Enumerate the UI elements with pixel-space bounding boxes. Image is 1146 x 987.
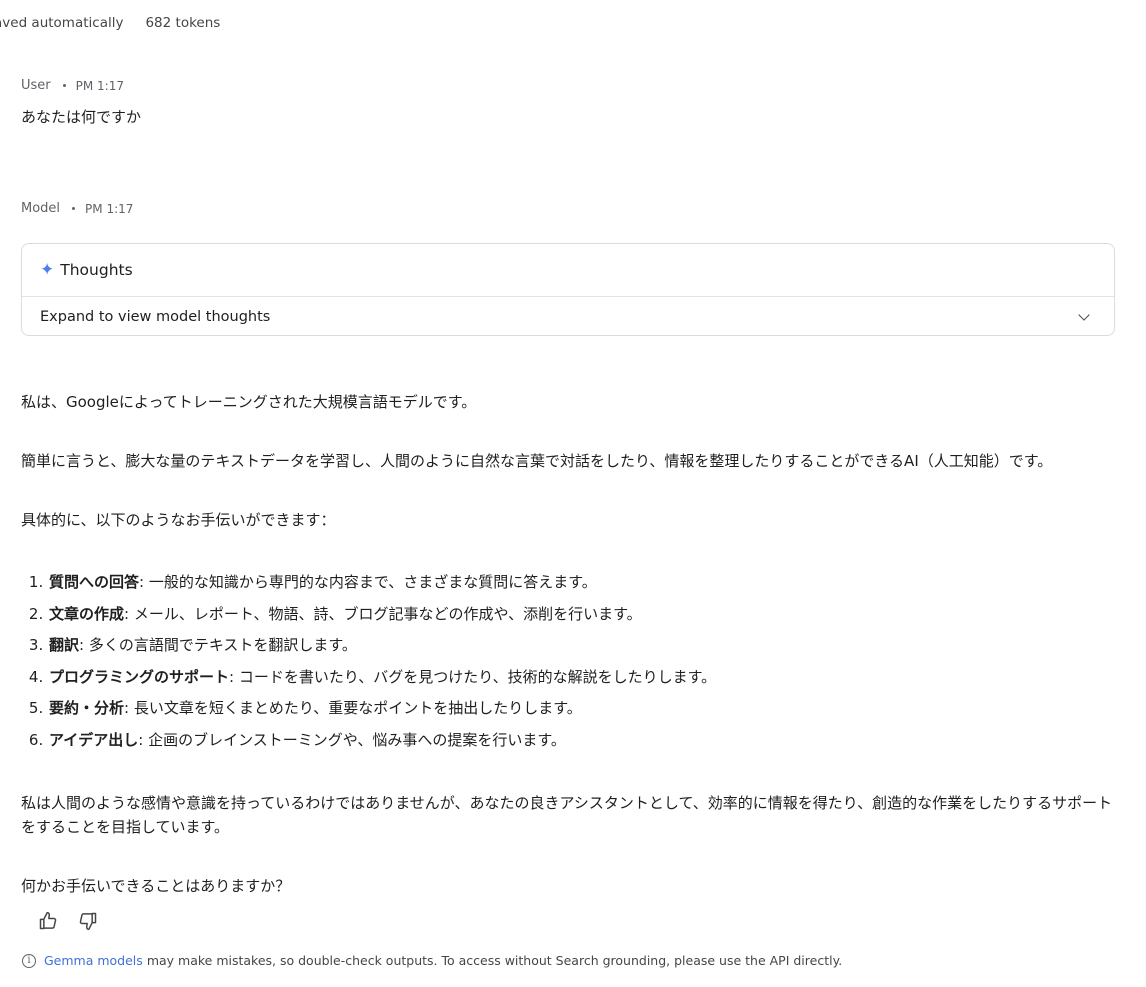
capabilities-list: 質問への回答: 一般的な知識から専門的な内容まで、さまざまな質問に答えます。 文…: [21, 567, 1121, 756]
feedback-bar: [38, 911, 98, 931]
list-item-title: プログラミングのサポート: [49, 667, 230, 686]
separator-dot: [72, 207, 76, 210]
info-icon: i: [22, 953, 36, 968]
disclaimer-text: may make mistakes, so double-check outpu…: [146, 953, 843, 968]
response-paragraph: 何かお手伝いできることはありますか？: [21, 877, 291, 895]
user-message[interactable]: あなたは何ですか: [21, 106, 141, 127]
sparkle-icon: ✦: [40, 260, 55, 280]
list-item-title: 文章の作成: [49, 604, 125, 623]
thoughts-panel: ✦ Thoughts Expand to view model thoughts: [21, 243, 1115, 336]
list-item-text: : 企画のブレインストーミングや、悩み事への提案を行います。: [138, 730, 566, 749]
list-item-title: アイデア出し: [49, 730, 139, 749]
chevron-down-icon[interactable]: [1078, 309, 1090, 321]
top-status-bar: aved automatically 682 tokens: [0, 15, 220, 31]
thumbs-down-icon[interactable]: [78, 911, 98, 931]
response-paragraph: 私は人間のような感情や意識を持っているわけではありませんが、あなたの良きアシスタ…: [21, 794, 1113, 836]
list-item-title: 翻訳: [49, 636, 80, 654]
thumbs-up-icon[interactable]: [38, 911, 58, 931]
list-item: 文章の作成: メール、レポート、物語、詩、ブログ記事などの作成や、添削を行います…: [48, 599, 1121, 631]
separator-dot: [62, 84, 66, 87]
model-turn-meta: Model PM 1:17: [21, 201, 133, 216]
list-item: 要約・分析: 長い文章を短くまとめたり、重要なポイントを抽出したりします。: [48, 693, 1121, 725]
expand-thoughts-label: Expand to view model thoughts: [40, 309, 271, 325]
list-item-text: : メール、レポート、物語、詩、ブログ記事などの作成や、添削を行います。: [124, 604, 642, 623]
list-item-text: : 多くの言語間でテキストを翻訳します。: [79, 636, 357, 654]
list-item: 質問への回答: 一般的な知識から専門的な内容まで、さまざまな質問に答えます。: [48, 567, 1121, 599]
response-paragraph: 具体的に、以下のようなお手伝いができます：: [21, 511, 336, 529]
expand-thoughts-button[interactable]: Expand to view model thoughts: [22, 297, 1114, 337]
model-response: 私は、Googleによってトレーニングされた大規模言語モデルです。 簡単に言うと…: [21, 390, 1121, 898]
response-paragraph: 簡単に言うと、膨大な量のテキストデータを学習し、人間のように自然な言葉で対話をし…: [21, 452, 1053, 470]
list-item-title: 要約・分析: [49, 699, 125, 717]
list-item-text: : コードを書いたり、バグを見つけたり、技術的な解説をしたりします。: [229, 667, 717, 686]
list-item-text: : 長い文章を短くまとめたり、重要なポイントを抽出したりします。: [124, 699, 582, 717]
response-paragraph: 私は、Googleによってトレーニングされた大規模言語モデルです。: [21, 393, 477, 411]
token-count: 682 tokens: [145, 15, 221, 31]
list-item: アイデア出し: 企画のブレインストーミングや、悩み事への提案を行います。: [48, 725, 1121, 757]
chat-page: aved automatically 682 tokens User PM 1:1…: [0, 0, 1146, 987]
list-item-title: 質問への回答: [49, 573, 140, 591]
list-item: プログラミングのサポート: コードを書いたり、バグを見つけたり、技術的な解説をし…: [48, 662, 1121, 694]
model-role-label: Model: [21, 201, 61, 216]
model-turn-time: PM 1:17: [85, 201, 134, 216]
user-role-label: User: [21, 78, 51, 93]
thoughts-header: ✦ Thoughts: [22, 244, 1114, 297]
gemma-models-link[interactable]: Gemma models: [44, 953, 143, 968]
list-item: 翻訳: 多くの言語間でテキストを翻訳します。: [48, 630, 1121, 662]
thoughts-title: Thoughts: [60, 261, 133, 279]
user-turn-meta: User PM 1:17: [21, 78, 124, 93]
user-turn-time: PM 1:17: [75, 78, 124, 93]
disclaimer: i Gemma models may make mistakes, so dou…: [22, 953, 842, 968]
save-status: aved automatically: [0, 15, 124, 31]
list-item-text: : 一般的な知識から専門的な内容まで、さまざまな質問に答えます。: [139, 573, 597, 591]
